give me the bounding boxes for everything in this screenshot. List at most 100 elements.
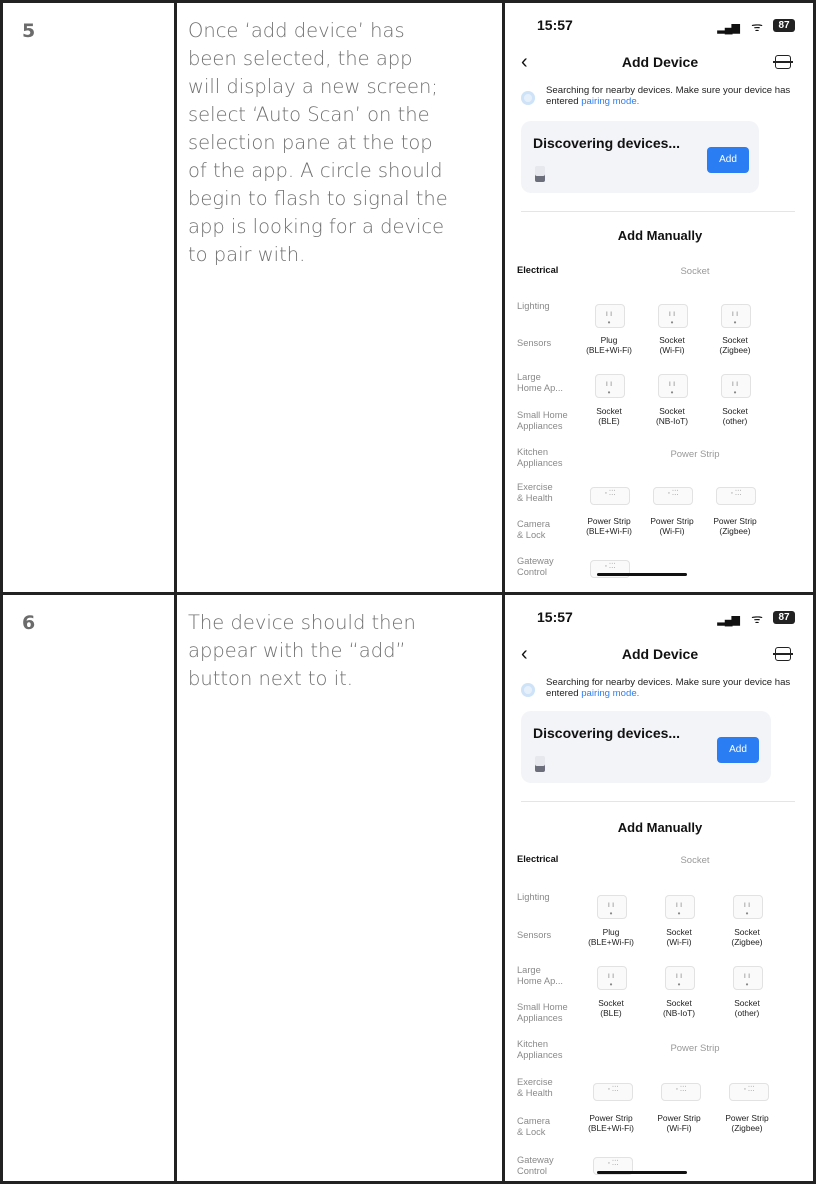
section-socket: Socket — [680, 855, 710, 866]
step-description: The device should then appear with the “… — [188, 611, 416, 690]
discovering-card: Discovering devices... Add — [521, 711, 771, 783]
socket-icon[interactable]: ıı • — [721, 374, 751, 398]
category-sensors[interactable]: Sensors — [517, 930, 577, 941]
status-time: 15:57 — [537, 609, 573, 625]
search-status: Searching for nearby devices. Make sure … — [521, 677, 811, 707]
device-label: Socket (NB-IoT) — [655, 406, 689, 426]
device-icon — [535, 166, 545, 182]
add-button[interactable]: Add — [717, 737, 759, 763]
socket-icon[interactable]: ıı • — [595, 304, 625, 328]
home-indicator — [597, 573, 687, 576]
socket-icon[interactable]: ıı • — [665, 966, 695, 990]
category-camera[interactable]: Camera & Lock — [517, 1116, 577, 1137]
power-strip-icon[interactable]: ◦ ⁚⁚⁚ — [661, 1083, 701, 1101]
step-number: 5 — [22, 20, 36, 42]
pairing-mode-link[interactable]: pairing mode. — [581, 96, 639, 107]
category-gateway[interactable]: Gateway Control — [517, 556, 577, 577]
section-divider — [521, 211, 795, 212]
phone-screenshot: 15:57 ▂▄▆ ᯤ 87 ‹ Add Device Searching fo… — [507, 595, 813, 1181]
status-bar: 15:57 ▂▄▆ ᯤ 87 — [507, 17, 813, 37]
socket-icon[interactable]: ıı • — [658, 374, 688, 398]
power-strip-icon[interactable]: ◦ ⁚⁚⁚ — [716, 487, 756, 505]
discovering-card: Discovering devices... Add — [521, 121, 759, 193]
wifi-icon: ᯤ — [751, 19, 763, 34]
power-strip-icon[interactable]: ◦ ⁚⁚⁚ — [729, 1083, 769, 1101]
signal-icon: ▂▄▆ — [717, 22, 740, 34]
category-kitchen[interactable]: Kitchen Appliances — [517, 447, 577, 468]
scan-icon[interactable] — [773, 647, 793, 661]
socket-icon[interactable]: ıı • — [595, 374, 625, 398]
add-manually-title: Add Manually — [617, 820, 703, 835]
nav-title: Add Device — [621, 646, 699, 662]
device-label: Socket (BLE) — [596, 406, 622, 426]
power-strip-icon[interactable]: ◦ ⁚⁚⁚ — [593, 1083, 633, 1101]
category-lighting[interactable]: Lighting — [517, 892, 577, 903]
device-label: Power Strip (BLE+Wi-Fi) — [588, 1113, 634, 1133]
category-gateway[interactable]: Gateway Control — [517, 1155, 577, 1176]
status-bar: 15:57 ▂▄▆ ᯤ 87 — [507, 609, 813, 629]
power-strip-icon[interactable]: ◦ ⁚⁚⁚ — [590, 487, 630, 505]
category-camera[interactable]: Camera & Lock — [517, 519, 577, 540]
category-electrical[interactable]: Electrical — [517, 854, 577, 865]
step-description: Once ‘add device’ has been selected, the… — [188, 19, 448, 266]
search-status: Searching for nearby devices. Make sure … — [521, 85, 811, 115]
home-indicator — [597, 1171, 687, 1174]
section-power-strip: Power Strip — [670, 1043, 720, 1054]
search-status-text: Searching for nearby devices. Make sure … — [546, 677, 791, 699]
section-socket: Socket — [680, 266, 710, 277]
add-manually-title: Add Manually — [617, 228, 703, 243]
socket-icon[interactable]: ıı • — [733, 966, 763, 990]
wifi-icon: ᯤ — [751, 611, 763, 626]
socket-icon[interactable]: ıı • — [597, 895, 627, 919]
device-label: Socket (NB-IoT) — [662, 998, 696, 1018]
category-exercise[interactable]: Exercise & Health — [517, 1077, 577, 1098]
step-number: 6 — [22, 612, 36, 634]
category-large-home[interactable]: Large Home Ap... — [517, 965, 577, 986]
search-status-text: Searching for nearby devices. Make sure … — [546, 85, 791, 107]
device-label: Plug (BLE+Wi-Fi) — [588, 927, 634, 947]
category-small-home[interactable]: Small Home Appliances — [517, 1002, 577, 1023]
category-kitchen[interactable]: Kitchen Appliances — [517, 1039, 577, 1060]
category-lighting[interactable]: Lighting — [517, 301, 577, 312]
nav-bar: ‹ Add Device — [507, 643, 813, 669]
device-label: Power Strip (BLE+Wi-Fi) — [586, 516, 632, 536]
discovering-title: Discovering devices... — [533, 725, 681, 741]
category-sensors[interactable]: Sensors — [517, 338, 577, 349]
device-label: Plug (BLE+Wi-Fi) — [586, 335, 632, 355]
category-large-home[interactable]: Large Home Ap... — [517, 372, 577, 393]
device-label: Socket (Wi-Fi) — [666, 927, 692, 947]
category-exercise[interactable]: Exercise & Health — [517, 482, 577, 503]
scanning-indicator-icon — [521, 91, 535, 105]
socket-icon[interactable]: ıı • — [597, 966, 627, 990]
socket-icon[interactable]: ıı • — [733, 895, 763, 919]
device-label: Socket (Zigbee) — [719, 335, 751, 355]
device-label: Power Strip (Zigbee) — [713, 516, 757, 536]
category-small-home[interactable]: Small Home Appliances — [517, 410, 577, 431]
socket-icon[interactable]: ıı • — [658, 304, 688, 328]
device-label: Socket (other) — [722, 406, 748, 426]
device-icon — [535, 756, 545, 772]
battery-icon: 87 — [773, 19, 795, 32]
signal-icon: ▂▄▆ — [717, 614, 740, 626]
section-power-strip: Power Strip — [670, 449, 720, 460]
pairing-mode-link[interactable]: pairing mode. — [581, 688, 639, 699]
device-label: Socket (other) — [734, 998, 760, 1018]
power-strip-icon[interactable]: ◦ ⁚⁚⁚ — [653, 487, 693, 505]
device-label: Socket (BLE) — [598, 998, 624, 1018]
device-label: Power Strip (Zigbee) — [725, 1113, 769, 1133]
battery-icon: 87 — [773, 611, 795, 624]
section-divider — [521, 801, 795, 802]
device-label: Socket (Zigbee) — [731, 927, 763, 947]
socket-icon[interactable]: ıı • — [665, 895, 695, 919]
category-electrical[interactable]: Electrical — [517, 265, 577, 276]
socket-icon[interactable]: ıı • — [721, 304, 751, 328]
add-button[interactable]: Add — [707, 147, 749, 173]
status-time: 15:57 — [537, 17, 573, 33]
phone-screenshot: 15:57 ▂▄▆ ᯤ 87 ‹ Add Device Searching fo… — [507, 3, 813, 589]
scanning-indicator-icon — [521, 683, 535, 697]
scan-icon[interactable] — [773, 55, 793, 69]
device-label: Power Strip (Wi-Fi) — [650, 516, 694, 536]
nav-bar: ‹ Add Device — [507, 51, 813, 77]
device-label: Socket (Wi-Fi) — [659, 335, 685, 355]
device-label: Power Strip (Wi-Fi) — [657, 1113, 701, 1133]
